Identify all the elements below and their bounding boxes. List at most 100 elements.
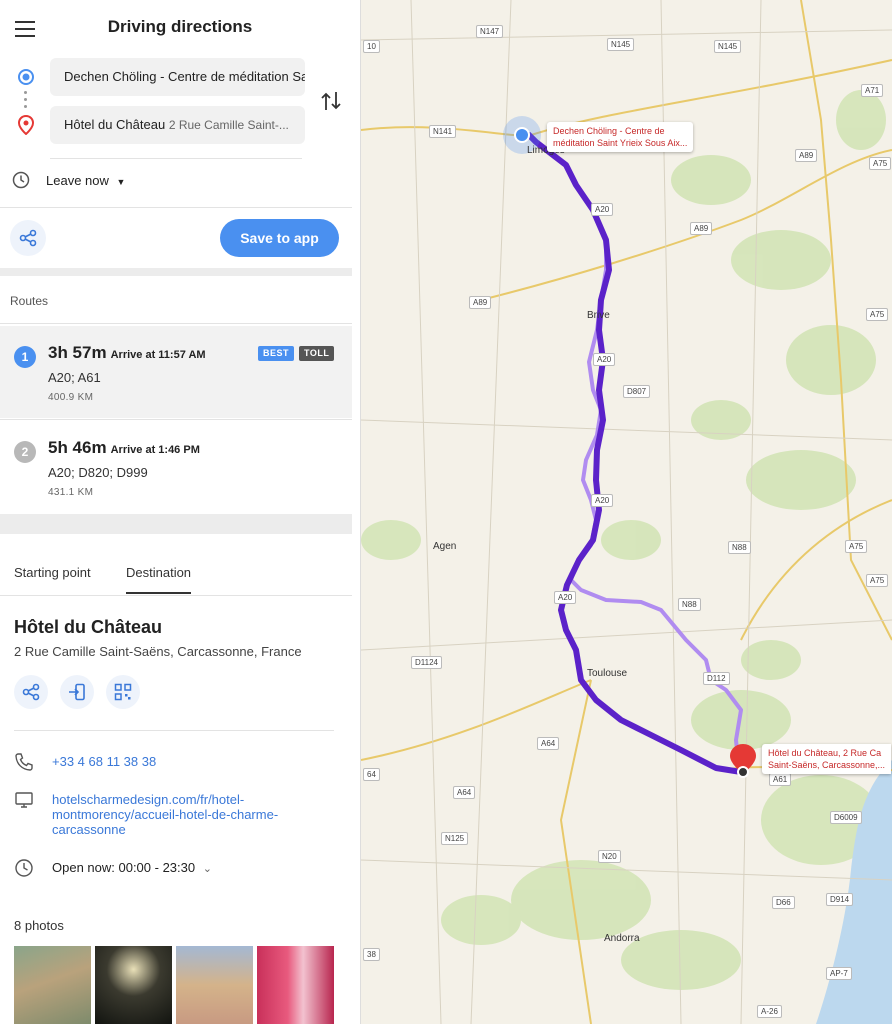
page-title: Driving directions [107,17,253,36]
depart-label: Leave now [46,173,109,188]
road-shield: N88 [728,541,751,554]
road-shield: D1124 [411,656,442,669]
city-label: Toulouse [587,668,628,679]
callout-line: Dechen Chöling - Centre de [553,126,665,136]
website-icon [15,792,33,808]
swap-icon[interactable] [319,88,343,120]
share-icon [22,683,40,701]
route-arrival: Arrive at 11:57 AM [110,349,206,361]
road-shield: N147 [476,25,504,38]
save-to-app-button[interactable]: Save to app [220,219,339,257]
road-shield: AP-7 [826,967,852,980]
callout-line: Saint-Saëns, Carcassonne,... [768,760,886,770]
road-shield: A75 [866,574,889,587]
best-badge: BEST [258,346,295,361]
route-option-2[interactable]: 2 5h 46m Arrive at 1:46 PM A20; D820; D99… [0,421,352,513]
destination-pin-icon [17,115,35,135]
place-address: 2 Rue Camille Saint-Saëns, Carcassonne, … [14,644,302,659]
route-duration: 3h 57m [48,343,107,362]
send-to-phone-icon [69,683,85,701]
road-shield: A64 [537,737,560,750]
road-shield: A89 [795,149,818,162]
share-button[interactable] [10,220,46,256]
clock-icon [12,171,30,189]
destination-field[interactable]: Hôtel du Château 2 Rue Camille Saint-... [50,106,305,144]
photo-thumbnail[interactable] [95,946,172,1024]
road-shield: D914 [826,893,854,906]
phone-icon [15,753,33,771]
tab-destination[interactable]: Destination [126,565,192,594]
route-dots [24,91,27,112]
origin-field[interactable]: Dechen Chöling - Centre de méditation Sa… [50,58,305,96]
road-shield: A89 [690,222,713,235]
routes-heading: Routes [10,294,49,308]
route-number: 2 [14,441,36,463]
qr-code-button[interactable] [106,675,140,709]
route-option-1[interactable]: 1 3h 57m Arrive at 11:57 AM BEST TOLL A20… [0,326,352,418]
road-shield: N145 [714,40,742,53]
place-share-button[interactable] [14,675,48,709]
route-arrival: Arrive at 1:46 PM [110,444,200,456]
tab-starting-point[interactable]: Starting point [14,565,91,592]
route-number: 1 [14,346,36,368]
website-line: montmorency/accueil-hotel-de-charme- [52,807,279,822]
photo-thumbnail[interactable] [257,946,334,1024]
callout-line: Hôtel du Château, 2 Rue Ca [768,748,882,758]
destination-callout[interactable]: Hôtel du Château, 2 Rue Ca Saint-Saëns, … [762,744,892,774]
destination-field-name: Hôtel du Château [64,117,166,132]
route-distance: 400.9 KM [48,392,94,403]
website-link[interactable]: hotelscharmedesign.com/fr/hotel- montmor… [52,792,278,837]
divider [0,595,352,596]
city-label: Agen [433,541,457,552]
road-shield: A75 [845,540,868,553]
road-shield: A20 [591,494,614,507]
website-line: hotelscharmedesign.com/fr/hotel- [52,792,245,807]
divider [14,730,334,731]
terrain-layer [361,90,886,990]
divider [0,207,352,208]
route-roads: A20; D820; D999 [48,465,148,480]
phone-link[interactable]: +33 4 68 11 38 38 [52,754,156,769]
divider [0,419,352,420]
road-shield: N125 [441,832,469,845]
opening-hours[interactable]: Open now: 00:00 - 23:30 ⌄ [52,860,212,875]
route-distance: 431.1 KM [48,487,94,498]
road-shield: A20 [591,203,614,216]
photo-thumbnail[interactable] [176,946,253,1024]
photos-heading: 8 photos [14,918,64,933]
clock-icon [15,859,33,877]
road-shield: A20 [554,591,577,604]
city-label: Andorra [604,933,640,944]
road-shield: N145 [607,38,635,51]
website-line: carcassonne [52,822,126,837]
depart-selector[interactable]: Leave now ▼ [12,171,125,192]
caret-down-icon: ▼ [116,177,126,187]
directions-panel: Driving directions Dechen Chöling - Cent… [0,0,361,1024]
road-shield: N141 [429,125,457,138]
divider [50,158,302,159]
send-to-device-button[interactable] [60,675,94,709]
road-shield: 10 [363,40,380,53]
origin-callout[interactable]: Dechen Chöling - Centre de méditation Sa… [547,122,694,152]
section-divider [0,268,352,276]
road-shield: A89 [469,296,492,309]
road-shield: 64 [363,768,380,781]
destination-field-sub: 2 Rue Camille Saint-... [168,118,289,132]
road-shield: D807 [623,385,651,398]
road-shield: A75 [869,157,892,170]
photo-thumbnail[interactable] [14,946,91,1024]
opening-hours-text: Open now: 00:00 - 23:30 [52,860,196,875]
header: Driving directions [0,0,360,56]
road-shield: A20 [593,353,616,366]
origin-marker[interactable] [514,127,530,143]
road-shield: 38 [363,948,380,961]
road-shield: D112 [703,672,730,685]
map-view[interactable]: Limoges Brive Agen Toulouse Andorra N147… [361,0,892,1024]
city-label: Brive [587,310,610,321]
origin-icon [18,69,34,85]
toll-badge: TOLL [299,346,335,361]
section-divider [0,514,352,534]
share-icon [19,229,37,247]
road-shield: N88 [678,598,701,611]
road-shield: A71 [861,84,884,97]
